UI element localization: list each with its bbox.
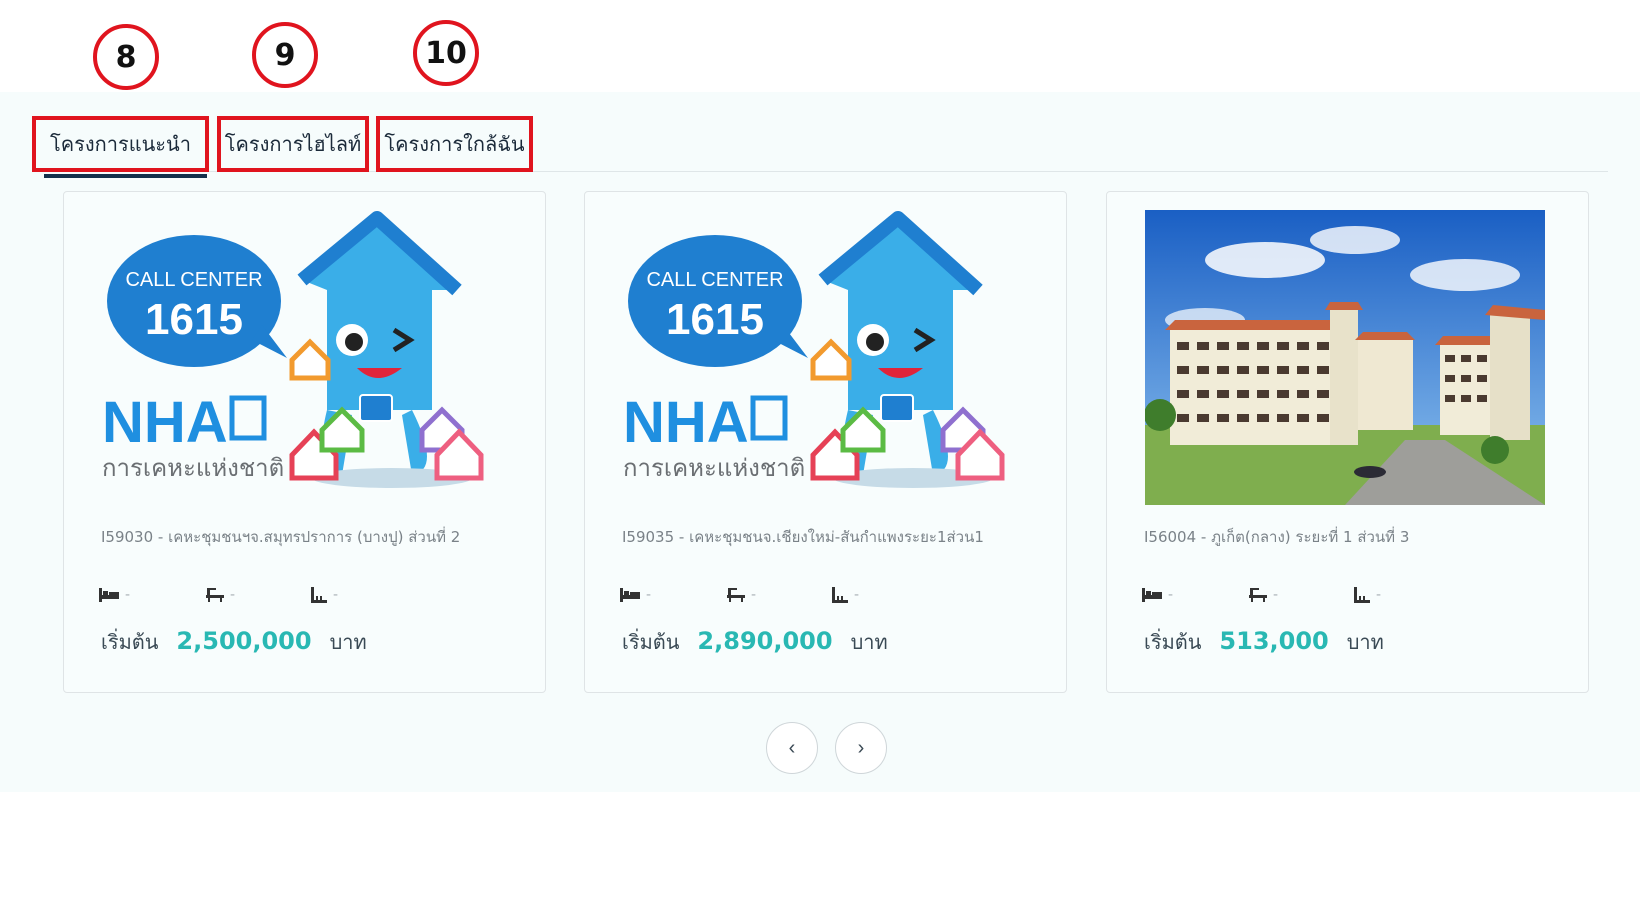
nha-brand-text: NHA	[102, 390, 228, 455]
projects-section: โครงการแนะนำ โครงการไฮไลท์ โครงการใกล้ฉั…	[0, 92, 1640, 792]
price-prefix: เริ่มต้น	[1144, 630, 1202, 654]
project-title[interactable]: I59035 - เคหะชุมชนจ.เชียงใหม่-สันกำแพงระ…	[622, 525, 1042, 549]
area-size: -	[1376, 587, 1382, 603]
price-row: เริ่มต้น 2,890,000 บาท	[622, 626, 888, 658]
callcenter-number: 1615	[666, 295, 764, 344]
project-tabs: โครงการแนะนำ โครงการไฮไลท์ โครงการใกล้ฉั…	[32, 102, 1608, 178]
tab-recommended[interactable]: โครงการแนะนำ	[32, 116, 209, 178]
bedroom-feature: -	[99, 587, 130, 603]
project-title[interactable]: I59030 - เคหะชุมชนฯจ.สมุทรปราการ (บางปู)…	[101, 525, 521, 549]
price-prefix: เริ่มต้น	[622, 630, 680, 654]
bathroom-feature: -	[727, 587, 756, 603]
annotation-marker-9: 9	[252, 22, 318, 88]
bed-icon	[1142, 588, 1162, 602]
nha-org-text: การเคหะแห่งชาติ	[102, 455, 284, 482]
callcenter-number: 1615	[145, 295, 243, 344]
price-value: 2,890,000	[697, 627, 833, 655]
building-photo	[1145, 210, 1545, 505]
price-row: เริ่มต้น 513,000 บาท	[1144, 626, 1384, 658]
annotation-markers: 8 9 10	[0, 0, 1640, 92]
nha-brand-text: NHA	[623, 390, 749, 455]
area-size: -	[854, 587, 860, 603]
area-icon	[311, 587, 327, 603]
area-icon	[832, 587, 848, 603]
price-currency: บาท	[329, 630, 367, 654]
project-image[interactable]: CALL CENTER 1615 NHA การเคหะแห่งชาติ	[623, 210, 1023, 505]
project-card[interactable]: CALL CENTER 1615 NHA การเคหะแห่งชาติ I59…	[63, 191, 546, 693]
area-icon	[1354, 587, 1370, 603]
project-card[interactable]: CALL CENTER 1615 NHA การเคหะแห่งชาติ I59…	[584, 191, 1067, 693]
annotation-marker-8: 8	[93, 24, 159, 90]
project-cards: CALL CENTER 1615 NHA การเคหะแห่งชาติ I59…	[63, 191, 1589, 693]
price-row: เริ่มต้น 2,500,000 บาท	[101, 626, 367, 658]
price-currency: บาท	[1346, 630, 1384, 654]
area-feature: -	[832, 587, 859, 603]
bed-icon	[620, 588, 640, 602]
bath-icon	[206, 588, 224, 602]
price-value: 513,000	[1219, 627, 1329, 655]
bedroom-count: -	[646, 587, 652, 603]
project-card[interactable]: I56004 - ภูเก็ต(กลาง) ระยะที่ 1 ส่วนที่ …	[1106, 191, 1589, 693]
carousel-prev-button[interactable]: ‹	[766, 722, 818, 774]
area-feature: -	[1354, 587, 1381, 603]
price-prefix: เริ่มต้น	[101, 630, 159, 654]
bath-icon	[727, 588, 745, 602]
bathroom-count: -	[1273, 587, 1279, 603]
annotation-marker-10: 10	[413, 20, 479, 86]
bedroom-feature: -	[1142, 587, 1173, 603]
bathroom-count: -	[751, 587, 757, 603]
bath-icon	[1249, 588, 1267, 602]
price-value: 2,500,000	[176, 627, 312, 655]
nha-logo-image: CALL CENTER 1615 NHA การเคหะแห่งชาติ	[102, 211, 484, 488]
nha-logo-image: CALL CENTER 1615 NHA การเคหะแห่งชาติ	[623, 211, 1005, 488]
area-size: -	[333, 587, 339, 603]
tab-highlight[interactable]: โครงการไฮไลท์	[217, 116, 369, 172]
price-currency: บาท	[850, 630, 888, 654]
project-image[interactable]: CALL CENTER 1615 NHA การเคหะแห่งชาติ	[102, 210, 502, 505]
project-image[interactable]	[1145, 210, 1545, 505]
bedroom-feature: -	[620, 587, 651, 603]
bathroom-feature: -	[1249, 587, 1278, 603]
callcenter-text: CALL CENTER	[125, 269, 262, 291]
carousel-next-button[interactable]: ›	[835, 722, 887, 774]
nha-org-text: การเคหะแห่งชาติ	[623, 455, 805, 482]
bed-icon	[99, 588, 119, 602]
area-feature: -	[311, 587, 338, 603]
bedroom-count: -	[125, 587, 131, 603]
tab-nearby[interactable]: โครงการใกล้ฉัน	[376, 116, 533, 172]
callcenter-text: CALL CENTER	[646, 269, 783, 291]
bathroom-count: -	[230, 587, 236, 603]
bedroom-count: -	[1168, 587, 1174, 603]
project-title[interactable]: I56004 - ภูเก็ต(กลาง) ระยะที่ 1 ส่วนที่ …	[1144, 525, 1564, 549]
bathroom-feature: -	[206, 587, 235, 603]
